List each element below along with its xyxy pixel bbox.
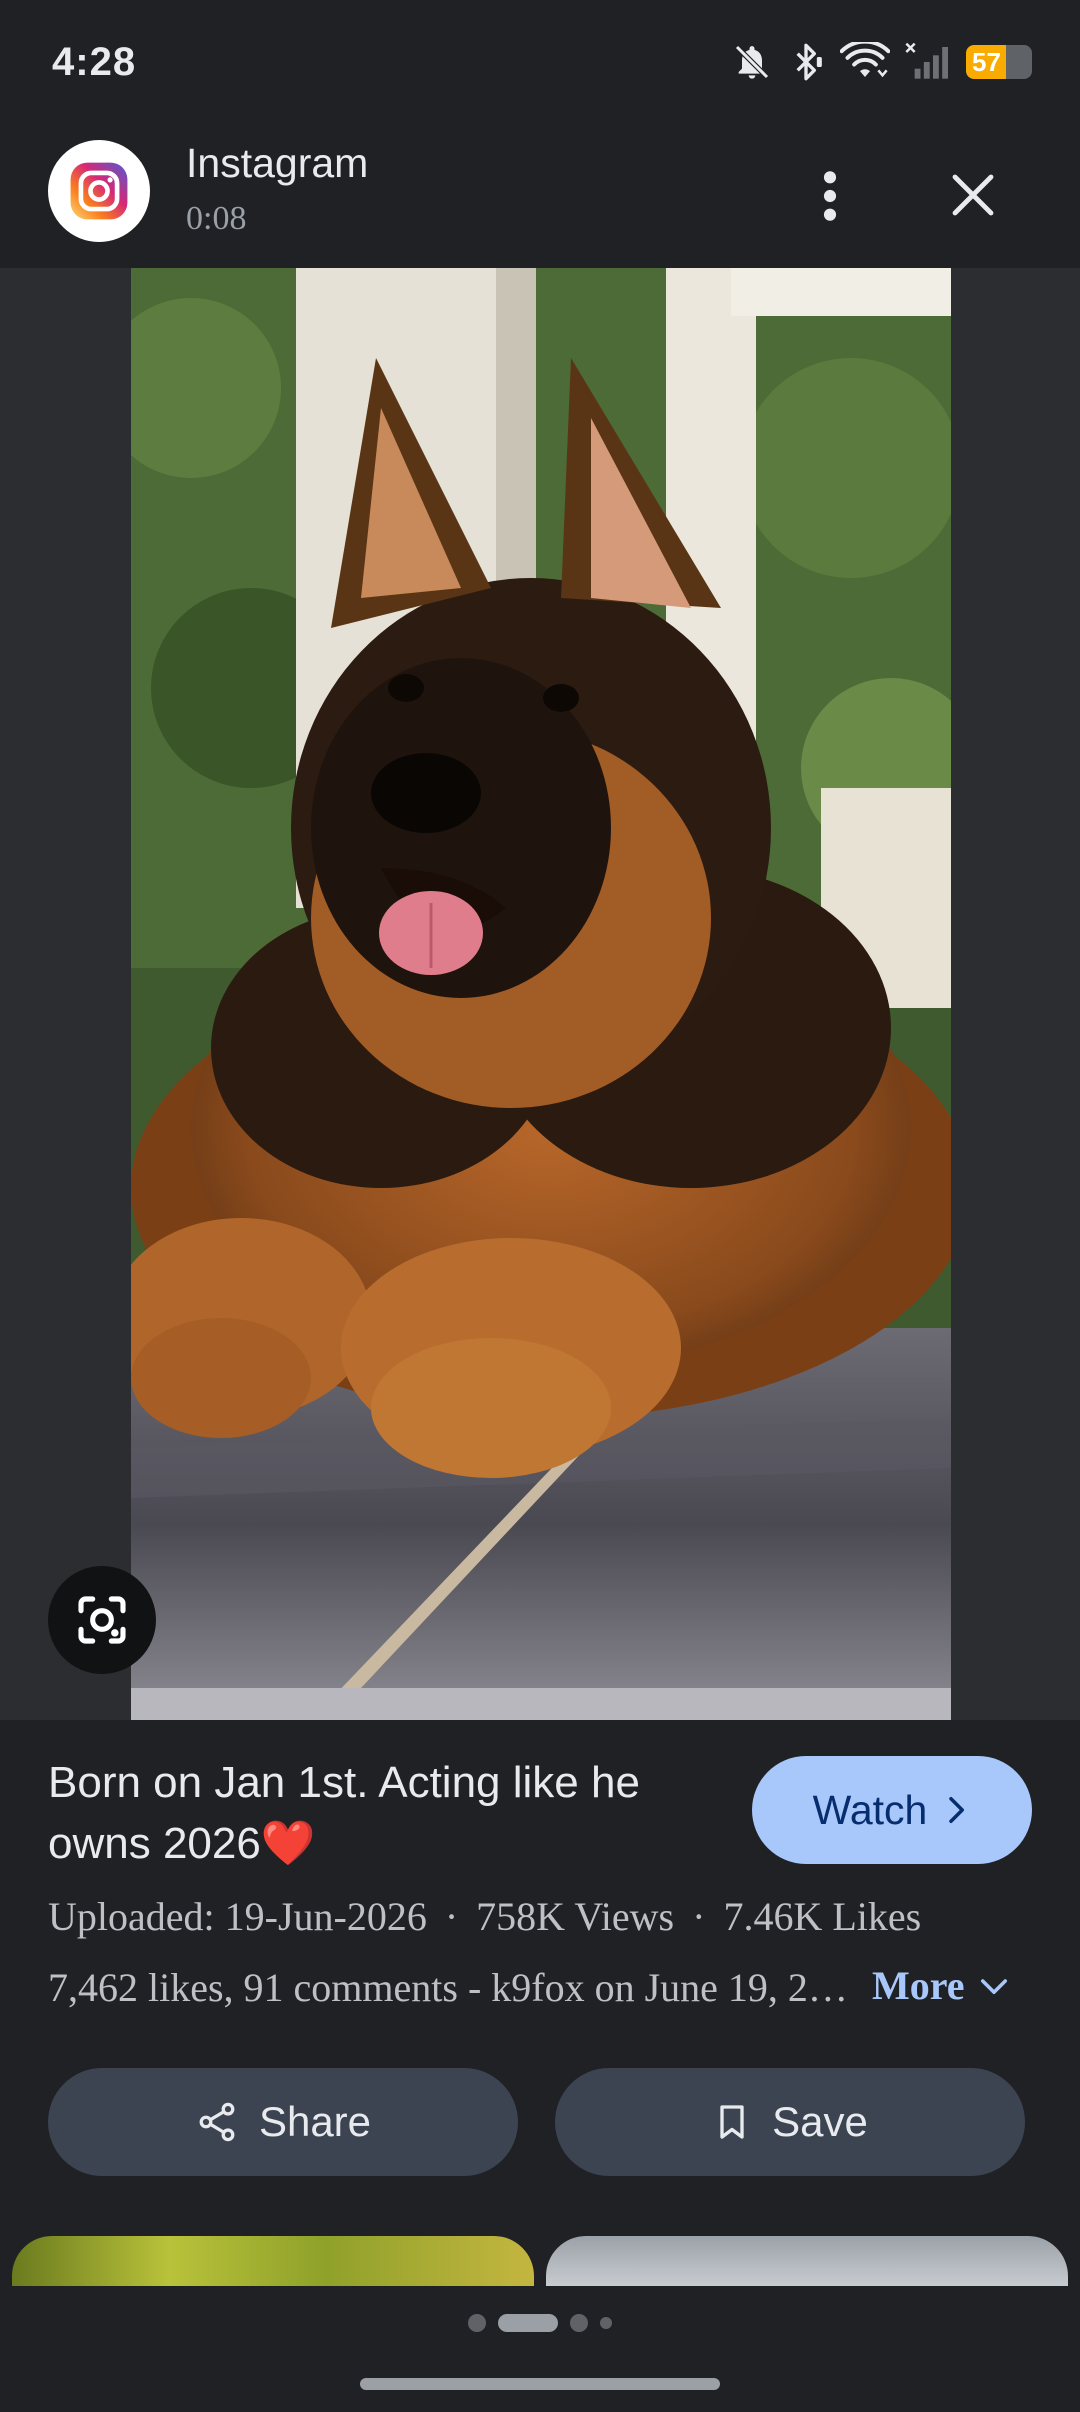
video-title: Born on Jan 1st. Acting like he owns 202… — [48, 1758, 640, 1868]
related-thumbnail[interactable] — [546, 2236, 1068, 2286]
separator-dot: · — [692, 1894, 706, 1939]
page-dot-active — [498, 2314, 558, 2332]
video-duration: 0:08 — [186, 200, 247, 237]
signal-icon — [904, 42, 952, 82]
page-dot — [468, 2314, 486, 2332]
instagram-logo-icon[interactable] — [48, 140, 150, 242]
status-icons: 57 — [732, 42, 1032, 82]
separator-dot: · — [444, 1894, 459, 1939]
video-meta: Uploaded: 19-Jun-2026 · 758K Views · 7.46K L… — [48, 1893, 1048, 1940]
save-button[interactable]: Save — [555, 2068, 1025, 2176]
screen: 4:28 57 Instagram 0:08 Born on Jan 1st. … — [0, 0, 1080, 2412]
bell-off-icon — [732, 42, 772, 82]
wifi-icon — [840, 42, 890, 82]
share-button[interactable]: Share — [48, 2068, 518, 2176]
google-lens-button[interactable] — [48, 1566, 156, 1674]
save-label: Save — [772, 2098, 868, 2145]
video-description: 7,462 likes, 91 comments - k9fox on June… — [48, 1965, 858, 2010]
media-viewer[interactable] — [0, 268, 1080, 1720]
like-count: 7.46K Likes — [723, 1894, 922, 1939]
status-time: 4:28 — [52, 39, 137, 84]
chevron-right-icon — [949, 1797, 965, 1823]
more-button[interactable]: More — [872, 1962, 1009, 2009]
page-dot — [600, 2317, 612, 2329]
google-lens-icon — [78, 1596, 126, 1644]
more-vert-icon — [823, 171, 837, 221]
app-header: Instagram 0:08 — [0, 130, 1080, 270]
status-bar: 4:28 57 — [0, 0, 1080, 124]
close-button[interactable] — [938, 160, 1008, 230]
page-dot — [570, 2314, 588, 2332]
dog-photo[interactable] — [131, 268, 951, 1720]
more-label: More — [872, 1963, 965, 2008]
upload-date: Uploaded: 19-Jun-2026 — [48, 1894, 427, 1939]
battery-level: 57 — [972, 46, 1001, 77]
battery-icon: 57 — [966, 45, 1032, 79]
bluetooth-icon — [786, 42, 826, 82]
watch-button[interactable]: Watch — [752, 1756, 1032, 1864]
watch-label: Watch — [812, 1786, 928, 1833]
view-count: 758K Views — [476, 1894, 675, 1939]
page-indicator — [0, 2314, 1080, 2332]
chevron-down-icon — [980, 1978, 1007, 1994]
bottom-bar — [0, 2286, 1080, 2412]
app-name[interactable]: Instagram — [186, 140, 368, 187]
share-label: Share — [258, 2098, 372, 2145]
share-icon — [199, 2102, 235, 2142]
close-icon — [952, 174, 994, 216]
bookmark-icon — [720, 2105, 744, 2139]
home-indicator[interactable] — [360, 2378, 720, 2390]
more-options-button[interactable] — [800, 158, 860, 234]
related-thumbnail[interactable] — [12, 2236, 534, 2286]
